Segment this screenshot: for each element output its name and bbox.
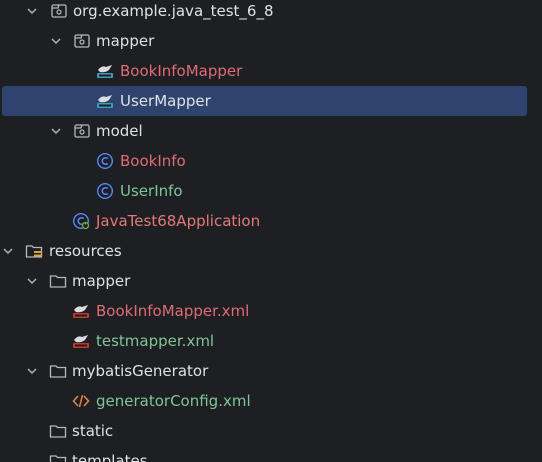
tree-row-bookinfo[interactable]: BookInfo xyxy=(0,146,542,176)
project-tree: org.example.java_test_6_8 mapper BookInf… xyxy=(0,0,542,462)
tree-row-usermapper[interactable]: UserMapper xyxy=(2,86,527,116)
chevron-down-icon[interactable] xyxy=(24,363,40,379)
folder-icon xyxy=(49,365,67,378)
chevron-down-icon[interactable] xyxy=(24,3,40,19)
tree-item-label: mapper xyxy=(72,272,131,290)
package-icon xyxy=(74,34,90,48)
tree-item-label: BookInfoMapper xyxy=(120,62,243,80)
tree-item-label: templates xyxy=(72,452,148,462)
tree-item-label: UserMapper xyxy=(120,92,211,110)
mybatis-xml-icon xyxy=(73,305,89,318)
tree-row-resources-mapper[interactable]: mapper xyxy=(0,266,542,296)
mybatis-xml-icon xyxy=(73,335,89,348)
resources-folder-icon xyxy=(25,245,43,258)
chevron-down-icon[interactable] xyxy=(0,243,16,259)
tree-row-bookinfomapper[interactable]: BookInfoMapper xyxy=(0,56,542,86)
class-icon xyxy=(96,182,114,200)
folder-icon xyxy=(49,455,67,462)
tree-item-label: BookInfoMapper.xml xyxy=(96,302,250,320)
tree-row-resources[interactable]: resources xyxy=(0,236,542,266)
package-icon xyxy=(74,124,90,138)
tree-row-generatorconfig-xml[interactable]: generatorConfig.xml xyxy=(0,386,542,416)
class-icon xyxy=(96,152,114,170)
folder-icon xyxy=(49,275,67,288)
mybatis-mapper-icon xyxy=(97,95,113,108)
package-icon xyxy=(51,4,67,18)
mybatis-mapper-icon xyxy=(97,65,113,78)
tree-item-label: BookInfo xyxy=(120,152,186,170)
tree-item-label: generatorConfig.xml xyxy=(96,392,251,410)
tree-item-label: UserInfo xyxy=(120,182,183,200)
tree-row-bookinfomapper-xml[interactable]: BookInfoMapper.xml xyxy=(0,296,542,326)
tree-item-label: model xyxy=(96,122,143,140)
tree-item-label: testmapper.xml xyxy=(96,332,215,350)
chevron-down-icon[interactable] xyxy=(24,273,40,289)
tree-row-testmapper-xml[interactable]: testmapper.xml xyxy=(0,326,542,356)
tree-row-model-package[interactable]: model xyxy=(0,116,542,146)
tree-item-label: mapper xyxy=(96,32,155,50)
tree-item-label: resources xyxy=(49,242,122,260)
tree-row-static[interactable]: static xyxy=(0,416,542,446)
tree-row-userinfo[interactable]: UserInfo xyxy=(0,176,542,206)
tree-row-mapper-package[interactable]: mapper xyxy=(0,26,542,56)
tree-row-application[interactable]: JavaTest68Application xyxy=(0,206,542,236)
xml-icon xyxy=(72,394,90,408)
folder-icon xyxy=(49,425,67,438)
tree-row-package-root[interactable]: org.example.java_test_6_8 xyxy=(0,0,542,26)
tree-item-label: JavaTest68Application xyxy=(96,212,261,230)
tree-row-templates[interactable]: templates xyxy=(0,446,542,462)
tree-item-label: org.example.java_test_6_8 xyxy=(73,2,274,20)
tree-item-label: static xyxy=(72,422,114,440)
chevron-down-icon[interactable] xyxy=(48,123,64,139)
spring-boot-class-icon xyxy=(72,212,90,230)
tree-item-label: mybatisGenerator xyxy=(72,362,209,380)
chevron-down-icon[interactable] xyxy=(48,33,64,49)
tree-row-mybatisgenerator[interactable]: mybatisGenerator xyxy=(0,356,542,386)
